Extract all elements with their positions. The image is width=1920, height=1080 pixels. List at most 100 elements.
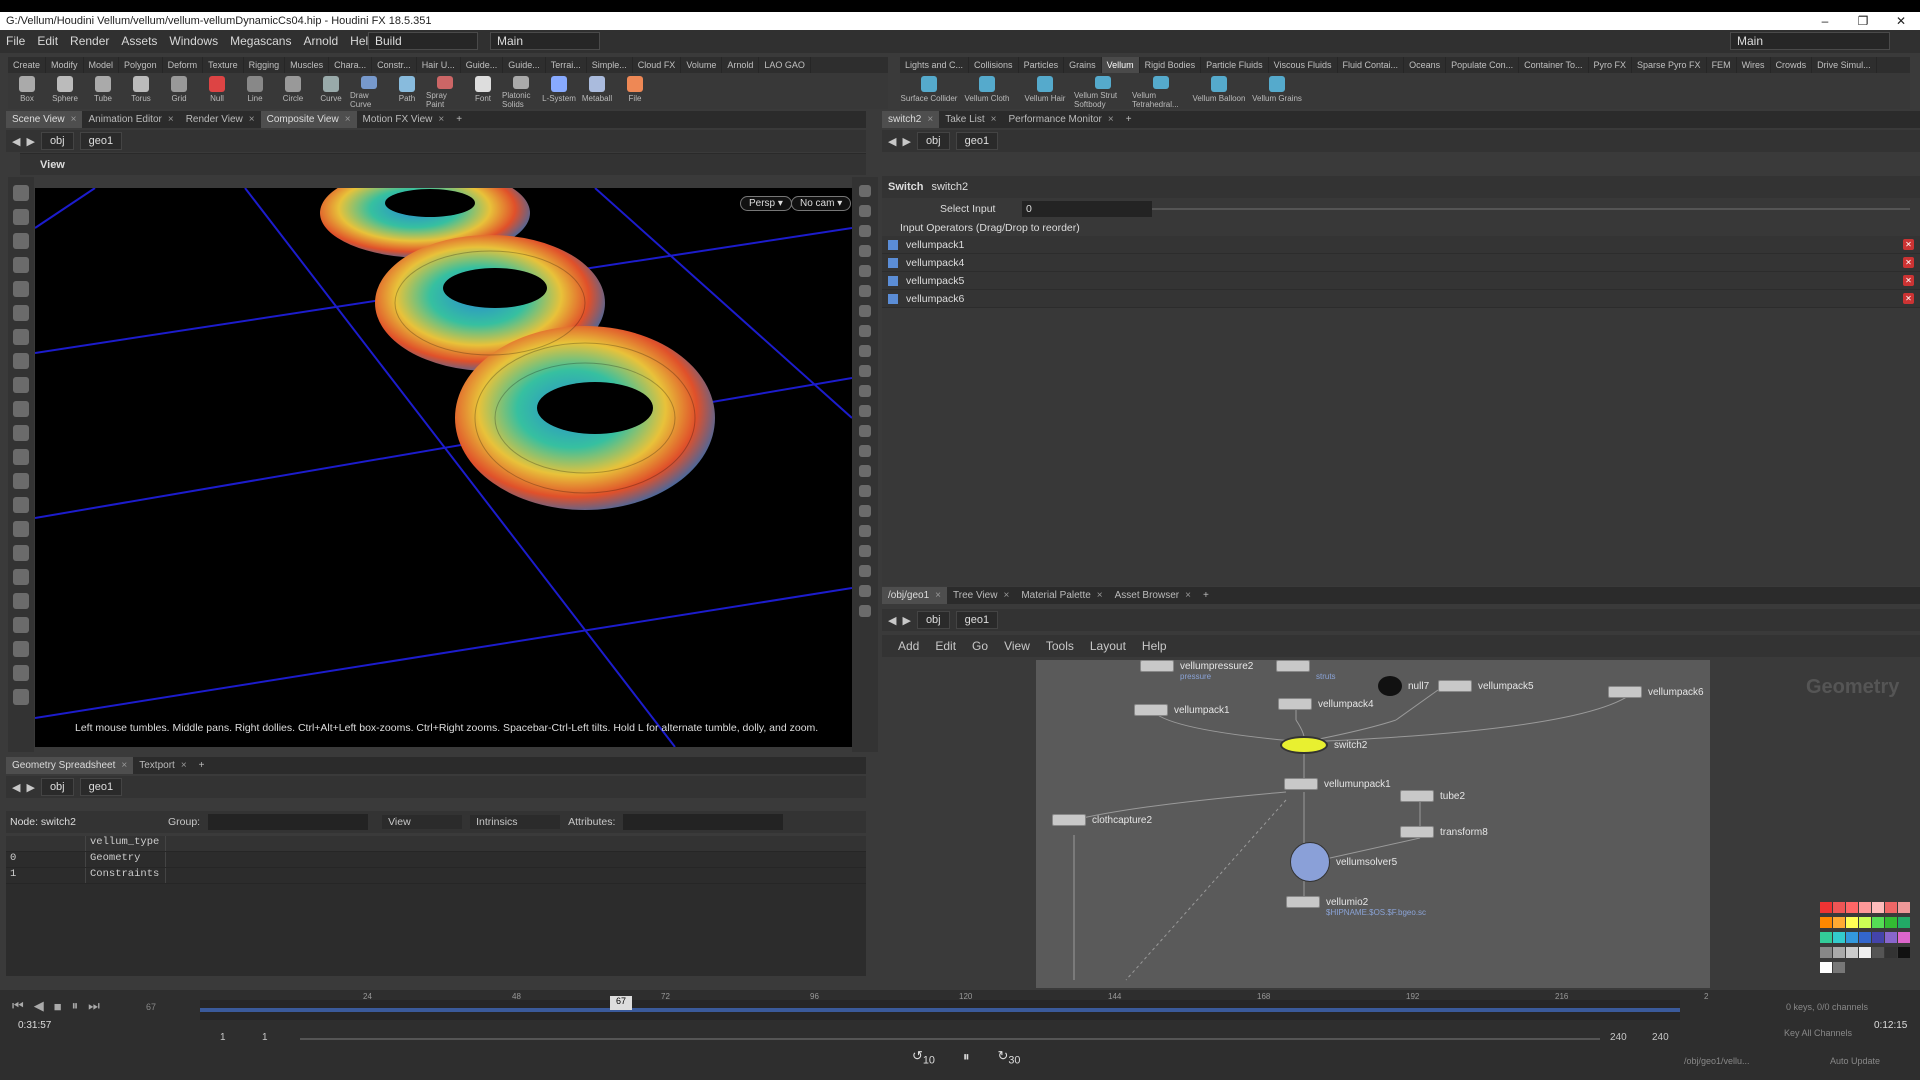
shelf-tab-modify[interactable]: Modify <box>46 57 84 73</box>
tool-font[interactable]: Font <box>464 73 502 109</box>
shelf-tab-simple[interactable]: Simple... <box>587 57 633 73</box>
shelf-tab-container-to[interactable]: Container To... <box>1519 57 1589 73</box>
tool-surface-collider[interactable]: Surface Collider <box>900 73 958 109</box>
tab-textport[interactable]: Textport × <box>133 757 192 774</box>
shelf-tab-volume[interactable]: Volume <box>681 57 723 73</box>
color-swatch[interactable] <box>1885 902 1897 913</box>
menu-megascans[interactable]: Megascans <box>224 30 297 53</box>
shelf-tab-muscles[interactable]: Muscles <box>285 57 330 73</box>
color-swatch[interactable] <box>1859 932 1871 943</box>
input-operator-row[interactable]: vellumpack1 ✕ <box>882 236 1920 254</box>
shelf-tab-vellum[interactable]: Vellum <box>1101 57 1140 73</box>
close-icon[interactable]: × <box>121 757 127 774</box>
shelf-tab-viscous-fluids[interactable]: Viscous Fluids <box>1269 57 1338 73</box>
close-icon[interactable]: × <box>438 111 444 128</box>
remove-input-icon[interactable]: ✕ <box>1903 257 1914 268</box>
shelf-tab-lights-and-c[interactable]: Lights and C... <box>900 57 970 73</box>
shelf-tab-fluid-contai[interactable]: Fluid Contai... <box>1338 57 1405 73</box>
node-tube2[interactable]: tube2 <box>1400 790 1465 802</box>
attributes-field[interactable] <box>623 814 784 830</box>
viewport-tool-icon[interactable] <box>13 425 29 441</box>
tool-spray-paint[interactable]: Spray Paint <box>426 73 464 109</box>
color-swatch[interactable] <box>1833 902 1845 913</box>
shelf-tab-sparse-pyro-fx[interactable]: Sparse Pyro FX <box>1632 57 1707 73</box>
color-swatch[interactable] <box>1833 962 1845 973</box>
display-option-icon[interactable] <box>859 245 871 257</box>
viewport-tool-icon[interactable] <box>13 521 29 537</box>
group-field[interactable] <box>208 814 369 830</box>
end-frame[interactable]: 240 <box>1610 1032 1627 1043</box>
shelf-tab-drive-simul[interactable]: Drive Simul... <box>1812 57 1877 73</box>
path-obj[interactable]: obj <box>916 132 950 150</box>
timeline-slider[interactable]: 24 48 72 96 120 144 168 192 216 2 67 <box>200 992 1708 1020</box>
add-tab-button[interactable]: + <box>1197 587 1215 604</box>
camera-menu[interactable]: No cam ▾ <box>791 196 852 211</box>
viewport-tool-icon[interactable] <box>13 617 29 633</box>
shelf-tab-grains[interactable]: Grains <box>1064 57 1102 73</box>
viewport-tool-icon[interactable] <box>13 305 29 321</box>
tab-composite-view[interactable]: Composite View × <box>260 111 357 128</box>
tool-file[interactable]: File <box>616 73 654 109</box>
back-arrow-icon[interactable]: ◀ <box>12 781 20 794</box>
shelf-tab-cloud-fx[interactable]: Cloud FX <box>633 57 682 73</box>
node-vellumio2[interactable]: vellumio2 $HIPNAME.$OS.$F.bgeo.sc <box>1286 896 1426 917</box>
node-transform8[interactable]: transform8 <box>1400 826 1488 838</box>
intrinsics-dropdown[interactable]: Intrinsics <box>470 815 561 829</box>
node-switch2[interactable]: switch2 <box>1280 736 1367 754</box>
tab-geometry-spreadsheet[interactable]: Geometry Spreadsheet × <box>6 757 134 774</box>
tool-torus[interactable]: Torus <box>122 73 160 109</box>
viewport-tool-icon[interactable] <box>13 353 29 369</box>
tool-vellum-cloth[interactable]: Vellum Cloth <box>958 73 1016 109</box>
shelf-tab-populate-con[interactable]: Populate Con... <box>1446 57 1520 73</box>
display-option-icon[interactable] <box>859 465 871 477</box>
display-option-icon[interactable] <box>859 525 871 537</box>
network-editor[interactable]: vellumpressure2 pressure struts vellumpac… <box>1036 660 1710 988</box>
input-operator-row[interactable]: vellumpack4 ✕ <box>882 254 1920 272</box>
viewport-tool-icon[interactable] <box>13 401 29 417</box>
display-option-icon[interactable] <box>859 585 871 597</box>
tool-path[interactable]: Path <box>388 73 426 109</box>
close-icon[interactable]: × <box>249 111 255 128</box>
tab-motion-fx-view[interactable]: Motion FX View × <box>357 111 451 128</box>
display-option-icon[interactable] <box>859 565 871 577</box>
tab-take-list[interactable]: Take List × <box>939 111 1002 128</box>
color-swatch[interactable] <box>1859 902 1871 913</box>
shelf-tab-hair-u[interactable]: Hair U... <box>417 57 461 73</box>
shelf-tab-lao-gao[interactable]: LAO GAO <box>759 57 811 73</box>
tool-l-system[interactable]: L-System <box>540 73 578 109</box>
node-null7[interactable]: null7 <box>1378 676 1429 696</box>
maximize-button[interactable]: ❐ <box>1844 12 1882 30</box>
minimize-button[interactable]: – <box>1806 12 1844 30</box>
close-icon[interactable]: × <box>168 111 174 128</box>
build-desktop-dropdown[interactable]: Build <box>368 32 478 50</box>
shelf-tab-particles[interactable]: Particles <box>1019 57 1065 73</box>
tool-sphere[interactable]: Sphere <box>46 73 84 109</box>
shelf-tab-pyro-fx[interactable]: Pyro FX <box>1589 57 1633 73</box>
node-vellumsolver5[interactable]: vellumsolver5 <box>1290 842 1397 882</box>
viewport-tool-icon[interactable] <box>13 209 29 225</box>
add-tab-button[interactable]: + <box>1120 111 1138 128</box>
pause-video-icon[interactable]: ⏸ <box>963 1049 970 1065</box>
table-row[interactable]: 1 Constraints <box>6 868 866 884</box>
network-menu-edit[interactable]: Edit <box>935 639 956 653</box>
reverse-play-icon[interactable]: ◀ <box>34 998 44 1014</box>
last-frame-icon[interactable]: ⏭ <box>88 998 100 1014</box>
color-swatch[interactable] <box>1885 932 1897 943</box>
forward-arrow-icon[interactable]: ▶ <box>26 135 34 148</box>
close-icon[interactable]: × <box>181 757 187 774</box>
display-option-icon[interactable] <box>859 225 871 237</box>
shelf-tab-rigid-bodies[interactable]: Rigid Bodies <box>1140 57 1202 73</box>
select-input-field[interactable]: 0 <box>1022 201 1152 217</box>
tool-null[interactable]: Null <box>198 73 236 109</box>
node-vellumpressure2[interactable]: vellumpressure2 pressure <box>1140 660 1253 681</box>
tab-obj-geo1[interactable]: /obj/geo1 × <box>882 587 947 604</box>
forward-arrow-icon[interactable]: ▶ <box>26 781 34 794</box>
shelf-tab-chara[interactable]: Chara... <box>329 57 373 73</box>
shelf-tab-fem[interactable]: FEM <box>1707 57 1737 73</box>
display-option-icon[interactable] <box>859 345 871 357</box>
display-option-icon[interactable] <box>859 545 871 557</box>
shelf-tab-terrai[interactable]: Terrai... <box>546 57 587 73</box>
tool-draw-curve[interactable]: Draw Curve <box>350 73 388 109</box>
shelf-tab-deform[interactable]: Deform <box>163 57 204 73</box>
close-icon[interactable]: × <box>991 111 997 128</box>
